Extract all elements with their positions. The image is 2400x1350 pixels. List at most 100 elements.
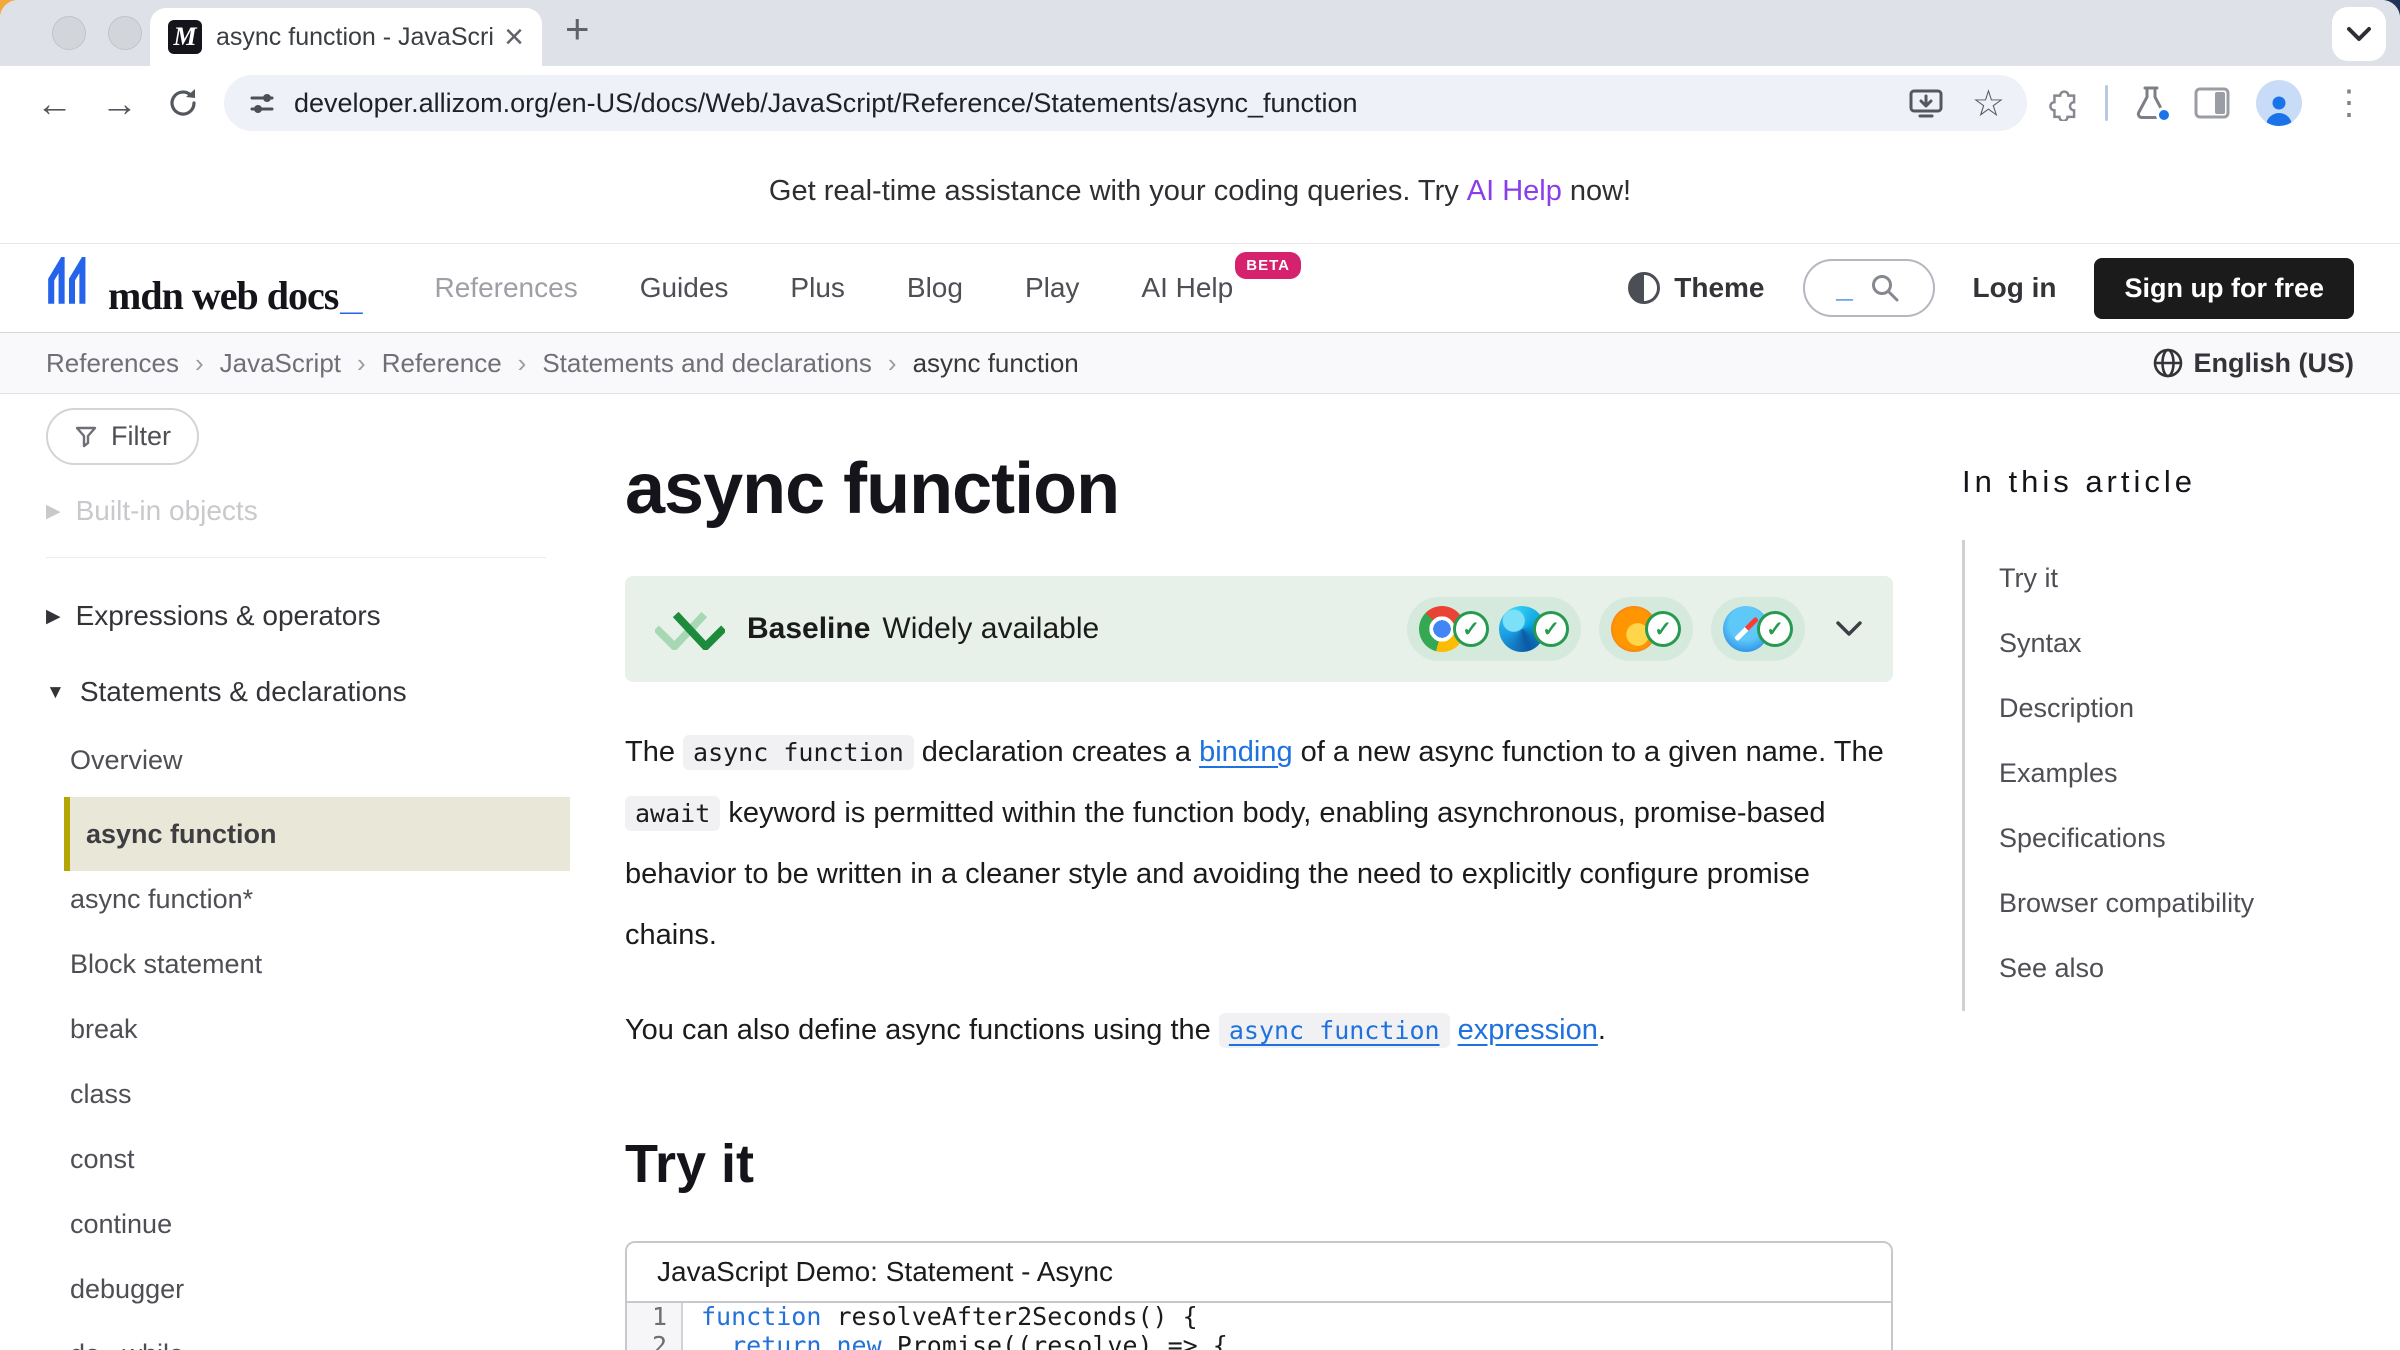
language-switcher[interactable]: English (US) (2152, 347, 2355, 379)
sidebar-item-break[interactable]: break (64, 997, 600, 1062)
nav-plus[interactable]: Plus (790, 272, 844, 304)
site-info-icon[interactable] (246, 87, 278, 119)
firefox-pill (1599, 597, 1693, 661)
nav-guides[interactable]: Guides (640, 272, 729, 304)
toc-item-description[interactable]: Description (1999, 676, 2392, 741)
search-input[interactable] (1803, 259, 1935, 317)
inline-text: declaration creates a (914, 736, 1199, 768)
inline-text: . (1598, 1014, 1606, 1046)
side-panel-icon[interactable] (2194, 87, 2230, 119)
sidebar-divider (46, 557, 546, 558)
breadcrumb-separator: › (888, 348, 897, 379)
browser-support-icons (1407, 597, 1805, 661)
login-button[interactable]: Log in (1973, 272, 2057, 304)
chromium-pill (1407, 597, 1581, 661)
tab-list-button[interactable] (2332, 7, 2386, 61)
search-icon (1869, 272, 1901, 304)
breadcrumb-separator: › (195, 348, 204, 379)
back-button[interactable] (22, 85, 87, 122)
code-line: return new Promise((resolve) => { (683, 1332, 1228, 1350)
signup-button[interactable]: Sign up for free (2094, 258, 2354, 319)
bookmark-star-icon[interactable] (1972, 85, 2005, 122)
code-row: 1function resolveAfter2Seconds() { (627, 1303, 1891, 1332)
supported-check-icon (1645, 611, 1681, 647)
sidebar-item-async-function-star[interactable]: async function* (64, 867, 600, 932)
desktop: M async function - JavaScript| developer… (0, 0, 2400, 1350)
toc-item-specifications[interactable]: Specifications (1999, 806, 2392, 871)
theme-toggle[interactable]: Theme (1626, 270, 1764, 306)
nav-ai-help[interactable]: AI HelpBETA (1141, 272, 1233, 304)
chevron-down-icon (2346, 26, 2372, 42)
baseline-icon (655, 608, 725, 650)
profile-avatar[interactable] (2256, 80, 2302, 126)
inline-link[interactable]: binding (1199, 736, 1293, 768)
funnel-icon (74, 425, 98, 449)
breadcrumb-item[interactable]: JavaScript (220, 348, 341, 379)
breadcrumb-item[interactable]: Reference (382, 348, 502, 379)
chevron-down-icon[interactable] (1835, 620, 1863, 638)
url-bar[interactable]: developer.allizom.org/en-US/docs/Web/Jav… (224, 75, 2027, 131)
labs-button[interactable] (2134, 85, 2168, 121)
toc-item-see-also[interactable]: See also (1999, 936, 2392, 1001)
inline-link[interactable]: expression (1458, 1014, 1598, 1046)
toc-item-examples[interactable]: Examples (1999, 741, 2392, 806)
breadcrumb-item[interactable]: Statements and declarations (542, 348, 872, 379)
logo-underscore: _ (340, 274, 362, 319)
filter-button[interactable]: Filter (46, 408, 199, 465)
mdn-logo-icon (46, 257, 98, 309)
breadcrumb-separator: › (357, 348, 366, 379)
sidebar-item-class[interactable]: class (64, 1062, 600, 1127)
install-icon[interactable] (1908, 86, 1944, 120)
demo-title: JavaScript Demo: Statement - Async (627, 1243, 1891, 1303)
nav-references[interactable]: References (435, 272, 578, 304)
breadcrumb-item[interactable]: References (46, 348, 179, 379)
second-paragraph: You can also define async functions usin… (625, 1000, 1893, 1061)
sidebar-section-expressions[interactable]: Expressions & operators (46, 600, 600, 632)
sidebar-item-const[interactable]: const (64, 1127, 600, 1192)
menu-kebab-icon[interactable] (2328, 86, 2370, 120)
sidebar-item-block-statement[interactable]: Block statement (64, 932, 600, 997)
inline-text: You can also define async functions usin… (625, 1014, 1219, 1046)
nav-blog[interactable]: Blog (907, 272, 963, 304)
extensions-puzzle-icon[interactable] (2043, 85, 2079, 121)
line-number: 1 (627, 1303, 683, 1332)
browser-toolbar: developer.allizom.org/en-US/docs/Web/Jav… (0, 66, 2400, 140)
baseline-banner[interactable]: Baseline Widely available (625, 576, 1893, 682)
toc-item-browser-compatibility[interactable]: Browser compatibility (1999, 871, 2392, 936)
close-window-button[interactable] (52, 16, 86, 50)
forward-button[interactable] (87, 85, 152, 122)
reload-button[interactable] (152, 86, 214, 120)
sidebar-item-overview[interactable]: Overview (64, 728, 600, 793)
nav-play[interactable]: Play (1025, 272, 1079, 304)
globe-icon (2152, 347, 2184, 379)
mdn-logo[interactable]: mdn web docs _ (46, 257, 363, 319)
intro-paragraph: The async function declaration creates a… (625, 722, 1893, 966)
toolbar-right (2043, 80, 2378, 126)
tab-title: async function - JavaScript| (216, 23, 494, 52)
minimize-window-button[interactable] (108, 16, 142, 50)
sidebar-item-continue[interactable]: continue (64, 1192, 600, 1257)
sidebar-item-do-while[interactable]: do...while (64, 1322, 600, 1350)
reload-icon (166, 86, 200, 120)
sidebar-section-statements[interactable]: Statements & declarations (46, 676, 600, 708)
tab-close-icon[interactable] (504, 20, 524, 54)
new-tab-button[interactable] (565, 8, 590, 50)
sidebar-item-debugger[interactable]: debugger (64, 1257, 600, 1322)
interactive-demo: JavaScript Demo: Statement - Async 1func… (625, 1241, 1893, 1350)
ai-help-link[interactable]: AI Help (1467, 175, 1562, 208)
notification-dot (2156, 107, 2172, 123)
browser-tab[interactable]: M async function - JavaScript| (150, 8, 542, 66)
toc-sidebar: In this article Try it Syntax Descriptio… (1962, 394, 2392, 1011)
inline-text: async function (683, 735, 914, 770)
demo-code[interactable]: 1function resolveAfter2Seconds() {2 retu… (627, 1303, 1891, 1350)
baseline-status: Widely available (882, 612, 1099, 646)
triangle-right-icon (46, 607, 61, 626)
toc-item-syntax[interactable]: Syntax (1999, 611, 2392, 676)
baseline-label: Baseline (747, 612, 870, 646)
inline-link[interactable]: async function (1219, 1013, 1450, 1048)
code-line: function resolveAfter2Seconds() { (683, 1303, 1198, 1332)
sidebar-section-built-in-objects[interactable]: Built-in objects (46, 495, 600, 527)
url-text[interactable]: developer.allizom.org/en-US/docs/Web/Jav… (294, 88, 1896, 119)
toc-item-try-it[interactable]: Try it (1999, 546, 2392, 611)
sidebar-item-async-function[interactable]: async function (64, 797, 570, 871)
